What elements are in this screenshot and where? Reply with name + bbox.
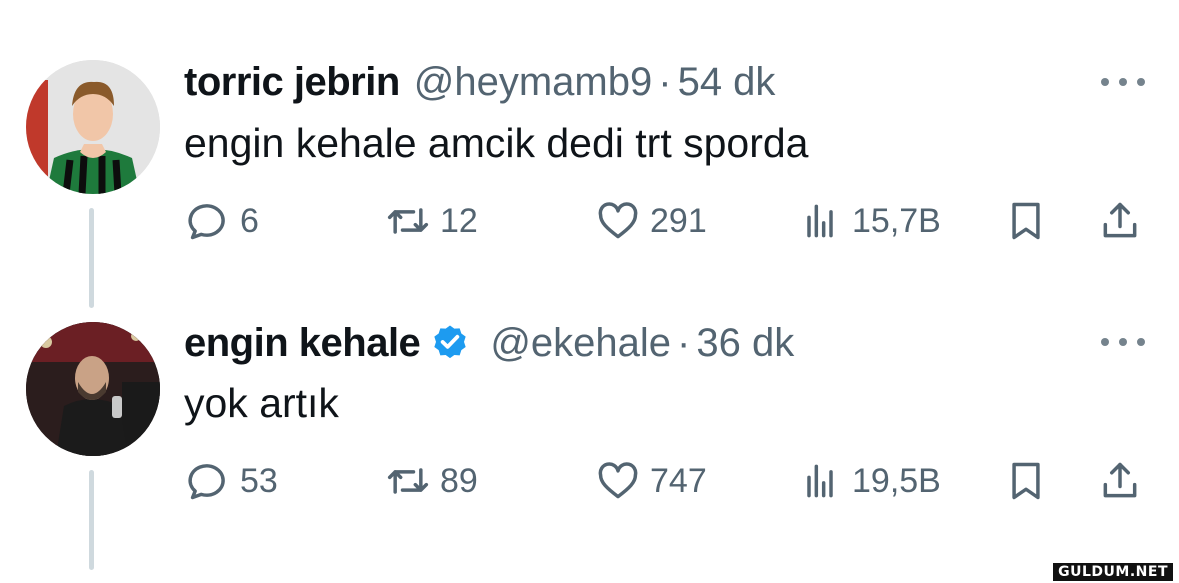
retweet-icon — [387, 468, 429, 494]
heart-icon — [598, 462, 638, 499]
timestamp[interactable]: 54 dk — [678, 60, 776, 105]
thread-line — [89, 208, 94, 308]
views-count: 15,7B — [852, 201, 941, 240]
heart-icon — [598, 202, 638, 239]
retweet-count: 89 — [440, 461, 478, 500]
avatar[interactable] — [26, 322, 160, 456]
more-options-icon[interactable] — [1101, 332, 1145, 352]
retweet-button[interactable]: 12 — [386, 196, 478, 246]
bookmark-button[interactable] — [1004, 196, 1048, 246]
share-icon — [1103, 462, 1137, 498]
like-count: 291 — [650, 201, 707, 240]
author-handle[interactable]: @heymamb9 — [414, 60, 652, 105]
action-bar: 53 89 747 19,5B — [186, 456, 1146, 506]
reply-button[interactable]: 6 — [186, 196, 259, 246]
author-handle[interactable]: @ekehale — [490, 321, 671, 366]
share-button[interactable] — [1098, 456, 1142, 506]
verified-badge-icon[interactable] — [430, 323, 470, 363]
share-icon — [1103, 202, 1137, 238]
thread-line — [89, 470, 94, 570]
reply-count: 53 — [240, 461, 278, 500]
like-button[interactable]: 747 — [596, 456, 707, 506]
bookmark-icon — [1012, 202, 1040, 240]
separator-dot: · — [677, 320, 691, 365]
author-name[interactable]: torric jebrin — [184, 60, 400, 105]
views-button[interactable]: 19,5B — [798, 456, 941, 506]
retweet-count: 12 — [440, 201, 478, 240]
bookmark-button[interactable] — [1004, 456, 1048, 506]
tweet[interactable]: torric jebrin @heymamb9 · 54 dk engin ke… — [0, 0, 1179, 308]
reply-icon — [188, 204, 225, 240]
watermark: GULDUM.NET — [1053, 563, 1173, 581]
bookmark-icon — [1012, 462, 1040, 500]
tweet[interactable]: engin kehale @ekehale · 36 dk yok artık … — [0, 298, 1179, 583]
timestamp[interactable]: 36 dk — [696, 321, 794, 366]
author-name[interactable]: engin kehale — [184, 321, 421, 366]
tweet-header: torric jebrin @heymamb9 · 54 dk — [184, 57, 775, 107]
action-bar: 6 12 291 15,7B — [186, 196, 1146, 246]
tweet-text: yok artık — [184, 380, 339, 426]
separator-dot: · — [658, 59, 672, 104]
more-options-icon[interactable] — [1101, 72, 1145, 92]
views-chart-icon — [807, 464, 833, 498]
tweet-text: engin kehale amcik dedi trt sporda — [184, 120, 809, 166]
views-count: 19,5B — [852, 461, 941, 500]
retweet-button[interactable]: 89 — [386, 456, 478, 506]
tweet-header: engin kehale @ekehale · 36 dk — [184, 318, 794, 368]
views-chart-icon — [807, 204, 833, 238]
like-count: 747 — [650, 461, 707, 500]
retweet-icon — [387, 208, 429, 234]
share-button[interactable] — [1098, 196, 1142, 246]
views-button[interactable]: 15,7B — [798, 196, 941, 246]
reply-button[interactable]: 53 — [186, 456, 278, 506]
avatar[interactable] — [26, 60, 160, 194]
reply-icon — [188, 464, 225, 500]
reply-count: 6 — [240, 201, 259, 240]
like-button[interactable]: 291 — [596, 196, 707, 246]
